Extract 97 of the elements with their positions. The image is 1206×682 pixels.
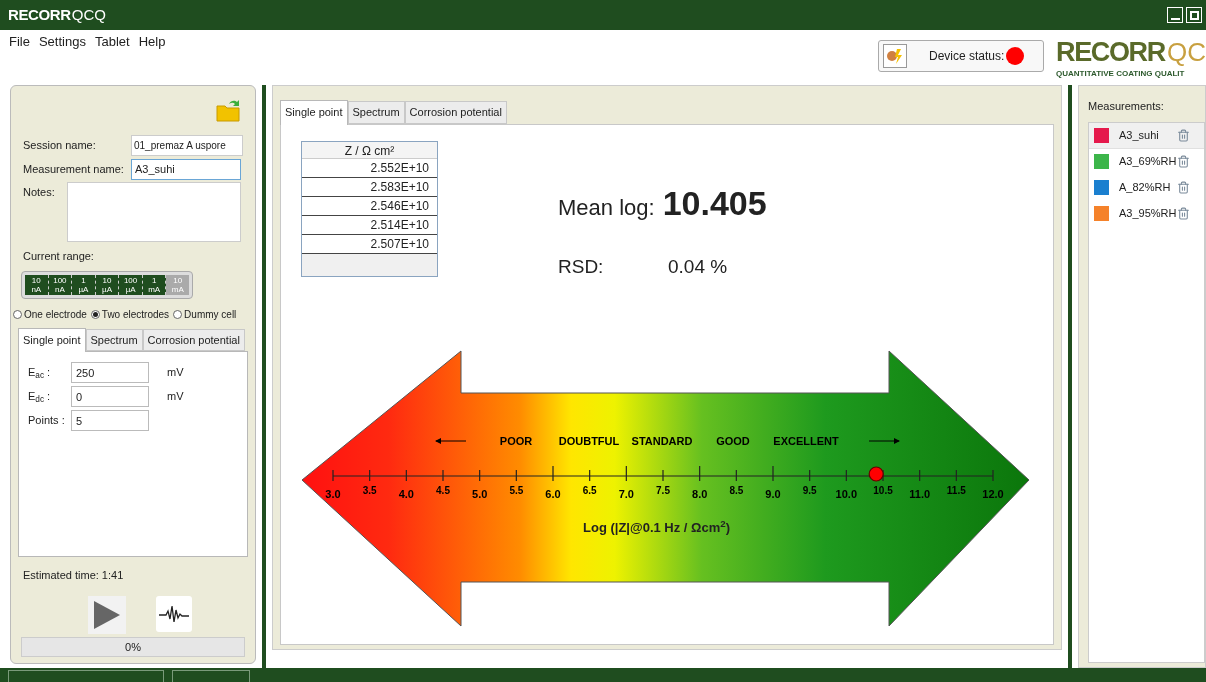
mean-log-value: 10.405 (662, 182, 767, 224)
progress-text: 0% (125, 639, 141, 655)
range-segment[interactable]: 10 nA (25, 274, 49, 295)
parameter-field[interactable]: 5 (71, 410, 149, 431)
delete-icon[interactable] (1177, 128, 1190, 142)
delete-icon[interactable] (1177, 155, 1190, 168)
scale-label: 5.0 (472, 488, 488, 500)
measurement-item[interactable]: A3_69%RH (1089, 148, 1204, 175)
scale-label: 5.5 (509, 485, 524, 496)
rating-label: POOR (499, 435, 533, 447)
scale-label: 6.5 (582, 485, 597, 496)
scale-label: 4.0 (398, 488, 414, 500)
measurement-name: A3_95%RH (1119, 206, 1177, 222)
menu-item[interactable]: Help (138, 32, 166, 52)
parameter-label: Points : (28, 413, 66, 429)
radio-label: One electrode (24, 307, 87, 322)
session-name-field[interactable]: 01_premaz A uspore (131, 134, 243, 156)
radio-button[interactable] (13, 309, 22, 319)
play-button[interactable] (88, 595, 126, 634)
plug-icon[interactable] (883, 43, 907, 68)
scale-label: 11.0 (909, 488, 931, 500)
parameter-field[interactable]: 250 (71, 362, 149, 383)
measurements-label: Measurements: (1088, 99, 1165, 114)
notes-field[interactable] (67, 182, 241, 242)
parameter-label: E$_{dc}$ : (28, 389, 52, 405)
folder-icon[interactable] (215, 98, 241, 122)
rsd-value: 0.04 % (668, 254, 728, 279)
current-range-label: Current range: (22, 249, 95, 264)
measurement-name-label: Measurement name: (22, 161, 125, 177)
estimated-time: Estimated time: 1:41 (22, 568, 125, 583)
scale-label: 3.0 (325, 488, 341, 500)
scale-label: 10.0 (835, 488, 858, 500)
measurement-name: A3_suhi (1119, 127, 1160, 143)
tab[interactable]: Single point (280, 100, 348, 125)
measurement-item[interactable]: A3_95%RH (1089, 200, 1204, 227)
waveform-button[interactable] (156, 595, 192, 632)
rating-label: GOOD (716, 435, 750, 447)
session-name-label: Session name: (22, 137, 97, 153)
rsd-label: RSD: (558, 254, 605, 279)
minimize-button[interactable] (1167, 7, 1183, 23)
measurement-item[interactable]: A3_suhi (1089, 122, 1204, 149)
mean-log-label: Mean log: (558, 193, 655, 222)
maximize-button[interactable] (1186, 7, 1202, 23)
tab[interactable]: Spectrum (347, 101, 405, 124)
scale-label: 3.5 (362, 485, 377, 496)
measurement-name-field[interactable]: A3_suhi (131, 158, 241, 180)
scale-label: 4.5 (436, 485, 450, 496)
device-status-label: Device status: (929, 47, 1005, 65)
scale-label: 9.0 (765, 488, 781, 500)
tab[interactable]: Spectrum (85, 328, 143, 351)
menu-item[interactable]: File (9, 32, 30, 52)
brand-logo: RECORRQC (1056, 36, 1206, 68)
parameter-field[interactable]: 0 (71, 386, 149, 407)
rating-label: DOUBTFUL (558, 435, 620, 447)
range-segment[interactable]: 100 nA (48, 274, 73, 295)
rating-label: EXCELLENT (773, 435, 839, 447)
scale-label: 9.5 (802, 485, 817, 496)
scale-label: 7.0 (618, 488, 634, 500)
scale-label: 10.5 (873, 485, 893, 496)
tab[interactable]: Corrosion potential (142, 328, 245, 351)
delete-icon[interactable] (1177, 207, 1190, 220)
column-header: Z / Ω cm² (302, 141, 437, 159)
logo-tagline: QUANTITATIVE COATING QUALIT (1056, 68, 1186, 80)
radio-button[interactable] (173, 309, 183, 319)
menu-item[interactable]: Tablet (94, 32, 130, 52)
unit-label: mV (167, 365, 184, 381)
axis-label: Log (|Z|@0.1 Hz / Ωcm$^{2}$) (583, 518, 731, 537)
current-range-selector[interactable]: 10 nA 100 nA 1 µA 10 µA 100 µA 1 mA 10 mA (21, 270, 193, 299)
radio-button[interactable] (90, 309, 100, 319)
play-icon (94, 600, 120, 629)
radio-label: Two electrodes (101, 307, 170, 322)
range-segment[interactable]: 1 µA (72, 274, 96, 295)
measurement-name: A3_69%RH (1119, 154, 1177, 170)
right-arrow-icon (868, 438, 900, 444)
range-segment[interactable]: 10 µA (95, 274, 120, 295)
tab[interactable]: Corrosion potential (404, 101, 507, 124)
menu-item[interactable]: Settings (38, 32, 86, 52)
delete-icon[interactable] (1177, 181, 1190, 194)
measurement-item[interactable]: A_82%RH (1089, 174, 1204, 201)
parameter-label: E$_{ac}$ : (28, 365, 52, 381)
rating-label: STANDARD (631, 435, 693, 447)
scale-label: 8.5 (729, 485, 744, 496)
range-segment[interactable]: 100 µA (119, 274, 143, 295)
notes-label: Notes: (22, 185, 56, 200)
tab[interactable]: Single point (18, 327, 86, 352)
scale-label: 6.0 (545, 488, 561, 500)
waveform-icon (159, 604, 189, 623)
measurement-name: A_82%RH (1119, 180, 1172, 196)
scale-label: 7.5 (656, 485, 670, 496)
app-logo: RECORRQCQ (8, 4, 106, 25)
unit-label: mV (167, 389, 184, 405)
scale-label: 8.0 (692, 488, 708, 500)
scale-label: 12.0 (982, 488, 1004, 500)
range-segment[interactable]: 1 mA (142, 274, 167, 295)
radio-label: Dummy cell (184, 307, 237, 322)
left-arrow-icon (435, 438, 467, 444)
scale-label: 11.5 (946, 485, 966, 496)
